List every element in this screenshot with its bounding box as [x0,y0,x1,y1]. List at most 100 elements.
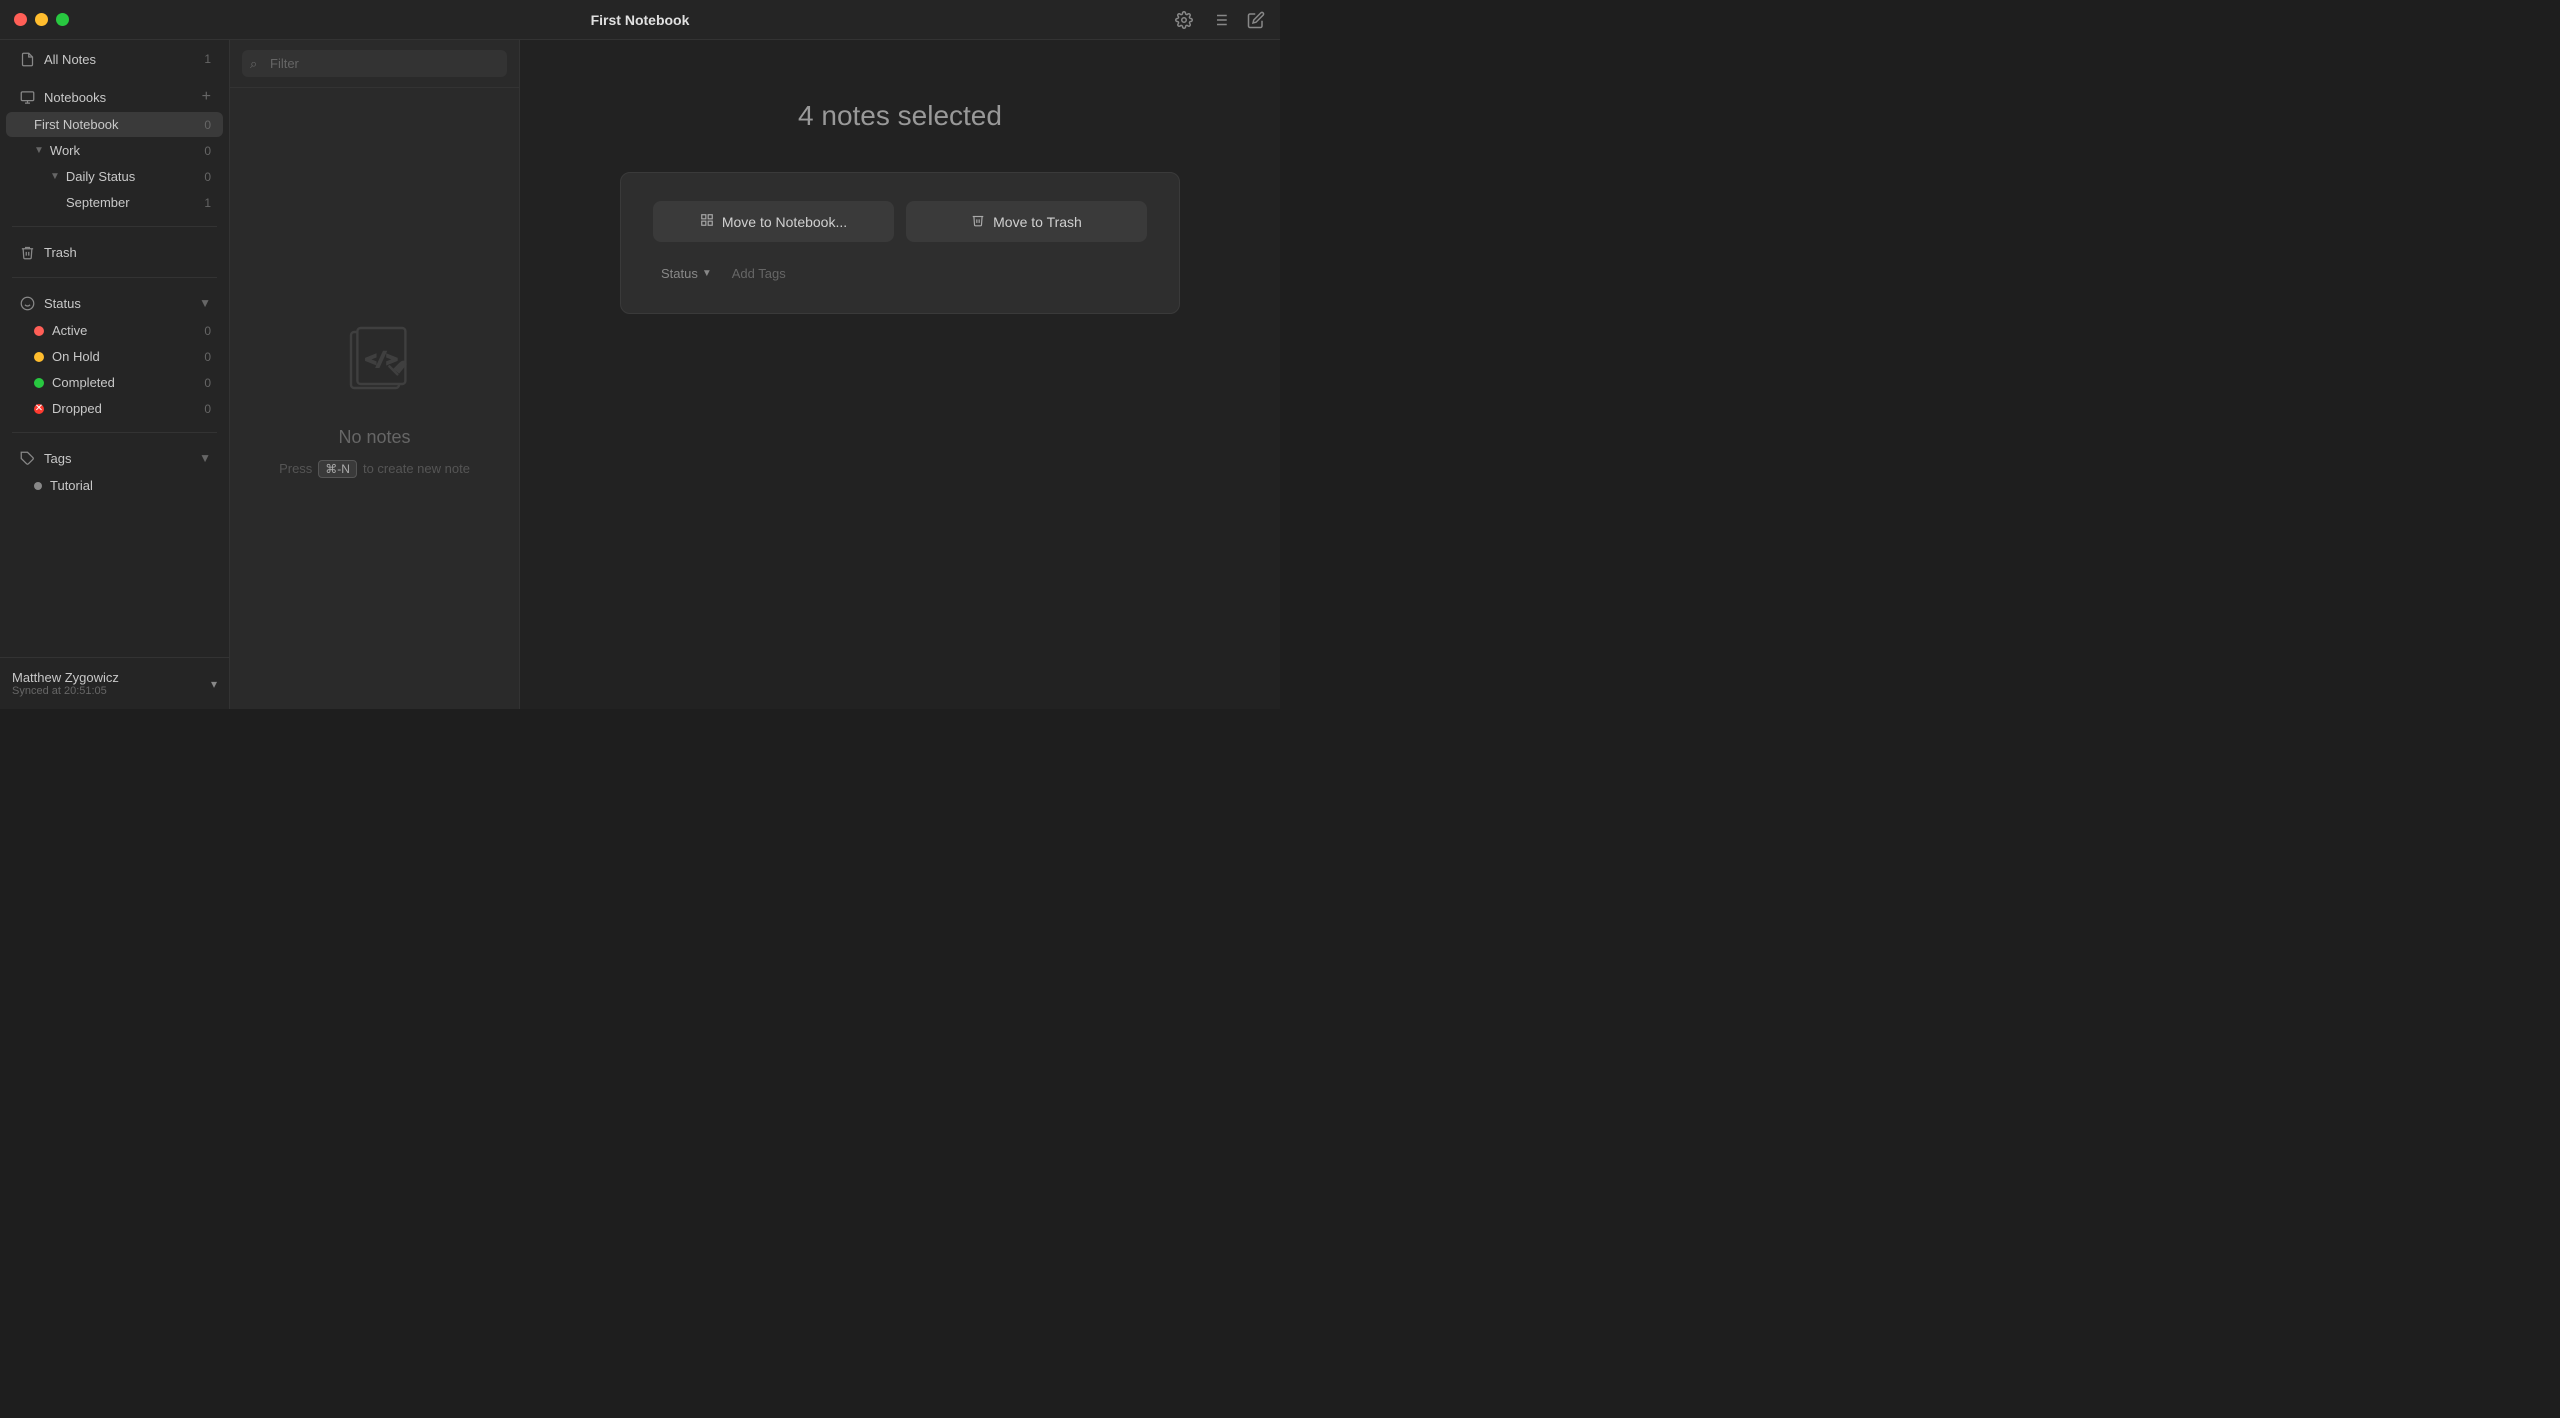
middle-panel: ⌕ </> No notes Press ⌘-N to create new n… [230,40,520,709]
filter-wrap: ⌕ [242,50,507,77]
sidebar-item-tutorial[interactable]: Tutorial [6,473,223,498]
filter-input[interactable] [242,50,507,77]
sync-status: Synced at 20:51:05 [12,685,211,697]
new-note-icon[interactable] [1246,10,1266,30]
action-buttons: Move to Notebook... Move to Trash [653,201,1147,242]
work-chevron: ▼ [34,145,44,156]
sidebar-item-onhold[interactable]: On Hold 0 [6,344,223,369]
sidebar-item-trash[interactable]: Trash [6,238,223,266]
tags-chevron: ▼ [199,451,211,465]
empty-hint-suffix: to create new note [363,461,470,476]
completed-dot [34,378,44,388]
trash-icon [18,243,36,261]
tags-icon [18,449,36,467]
sidebar-item-first-notebook[interactable]: First Notebook 0 [6,112,223,137]
onhold-label: On Hold [52,349,204,364]
status-icon [18,294,36,312]
sidebar-item-daily-status[interactable]: ▼ Daily Status 0 [6,164,223,189]
active-count: 0 [204,324,211,338]
add-notebook-icon[interactable]: + [202,88,211,106]
footer-info: Matthew Zygowicz Synced at 20:51:05 [12,670,211,697]
all-notes-label: All Notes [44,52,204,67]
onhold-count: 0 [204,350,211,364]
sidebar-item-notebooks[interactable]: Notebooks + [6,83,223,111]
sidebar-section-tags: Tags ▼ Tutorial [0,439,229,503]
user-name: Matthew Zygowicz [12,670,211,685]
sidebar-item-dropped[interactable]: ✕ Dropped 0 [6,396,223,421]
first-notebook-count: 0 [204,118,211,132]
traffic-lights [0,13,69,26]
status-label: Status [44,296,199,311]
september-label: September [66,195,204,210]
sidebar-item-all-notes[interactable]: All Notes 1 [6,45,223,73]
dropped-label: Dropped [52,401,204,416]
tutorial-label: Tutorial [50,478,211,493]
sidebar-section-notebooks: Notebooks + First Notebook 0 ▼ Work 0 ▼ … [0,78,229,220]
status-chevron: ▼ [199,296,211,310]
all-notes-count: 1 [204,52,211,66]
window-title: First Notebook [591,12,690,28]
titlebar: First Notebook [0,0,1280,40]
titlebar-actions [1174,10,1280,30]
empty-hint-kbd: ⌘-N [318,460,357,478]
sidebar-item-completed[interactable]: Completed 0 [6,370,223,395]
sidebar-item-work[interactable]: ▼ Work 0 [6,138,223,163]
sidebar-section-status: Status ▼ Active 0 On Hold 0 Completed 0 … [0,284,229,426]
dropped-count: 0 [204,402,211,416]
active-dot [34,326,44,336]
action-meta: Status ▼ Add Tags [653,262,1147,285]
dropped-dot: ✕ [34,404,44,414]
footer-chevron-icon[interactable]: ▾ [211,677,217,691]
minimize-button[interactable] [35,13,48,26]
september-count: 1 [204,196,211,210]
maximize-button[interactable] [56,13,69,26]
move-to-trash-label: Move to Trash [993,214,1082,230]
divider-3 [12,432,217,433]
trash-label: Trash [44,245,211,260]
filter-bar: ⌕ [230,40,519,88]
sidebar-item-tags-header[interactable]: Tags ▼ [6,444,223,472]
empty-state: </> No notes Press ⌘-N to create new not… [230,88,519,709]
completed-label: Completed [52,375,204,390]
empty-hint: Press ⌘-N to create new note [279,460,470,478]
tutorial-dot [34,482,42,490]
daily-status-chevron: ▼ [50,171,60,182]
completed-count: 0 [204,376,211,390]
work-label: Work [50,143,204,158]
sidebar-section-main: All Notes 1 [0,40,229,78]
active-label: Active [52,323,204,338]
onhold-dot [34,352,44,362]
close-button[interactable] [14,13,27,26]
all-notes-icon [18,50,36,68]
sidebar-item-september[interactable]: September 1 [6,190,223,215]
move-to-trash-button[interactable]: Move to Trash [906,201,1147,242]
empty-icon: </> [335,320,415,415]
tags-label: Tags [44,451,199,466]
sidebar-item-status-header[interactable]: Status ▼ [6,289,223,317]
move-to-notebook-label: Move to Notebook... [722,214,847,230]
divider-1 [12,226,217,227]
svg-text:</>: </> [365,349,397,369]
empty-hint-prefix: Press [279,461,312,476]
filter-icon: ⌕ [250,56,257,72]
settings-icon[interactable] [1174,10,1194,30]
first-notebook-label: First Notebook [34,117,204,132]
status-dropdown-label: Status [661,266,698,281]
notebooks-icon [18,88,36,106]
move-to-notebook-button[interactable]: Move to Notebook... [653,201,894,242]
add-tags-button[interactable]: Add Tags [732,266,786,281]
empty-title: No notes [338,427,410,448]
sort-icon[interactable] [1210,10,1230,30]
status-dropdown-chevron: ▼ [702,268,712,279]
notes-selected: 4 notes selected [798,100,1002,132]
divider-2 [12,277,217,278]
action-panel: Move to Notebook... Move to Trash Status… [620,172,1180,314]
main-layout: All Notes 1 Notebooks + First Notebook 0 [0,40,1280,709]
trash-action-icon [971,213,985,230]
notebooks-label: Notebooks [44,90,202,105]
sidebar-item-active[interactable]: Active 0 [6,318,223,343]
daily-status-label: Daily Status [66,169,204,184]
sidebar: All Notes 1 Notebooks + First Notebook 0 [0,40,230,709]
status-dropdown-button[interactable]: Status ▼ [653,262,720,285]
content-panel: 4 notes selected Move to Notebook... [520,40,1280,709]
